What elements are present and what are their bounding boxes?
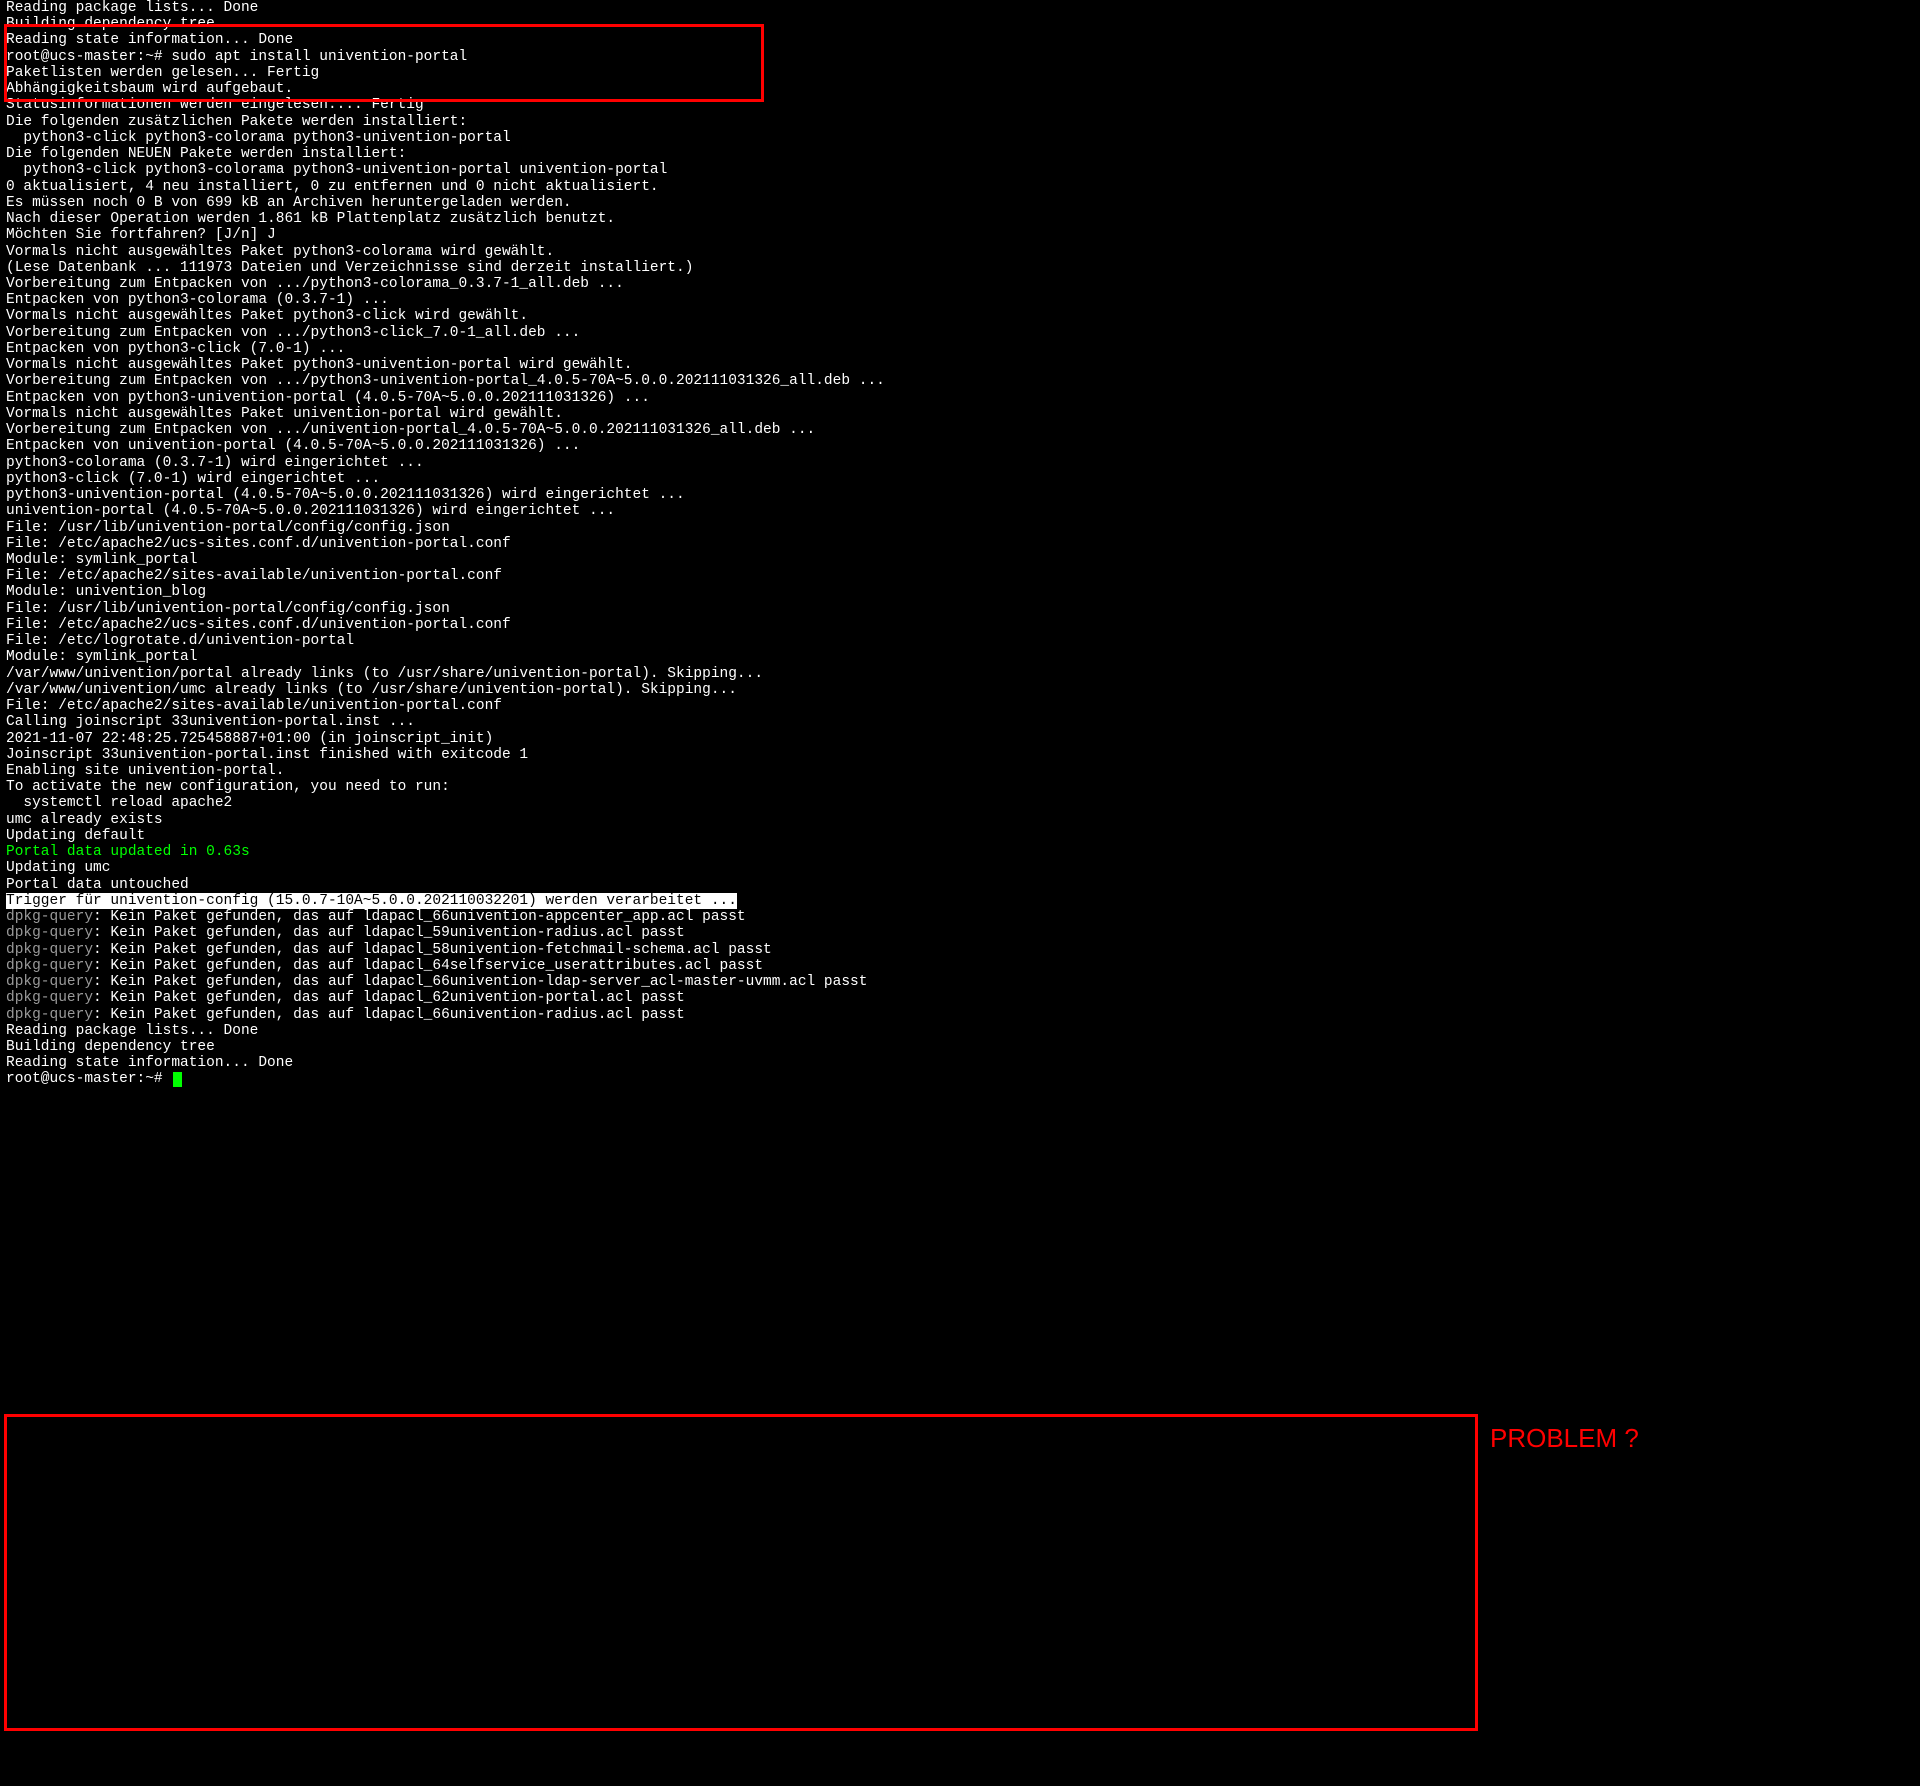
terminal-line: File: /etc/apache2/sites-available/unive… bbox=[6, 568, 1914, 584]
dpkg-query-message: : Kein Paket gefunden, das auf ldapacl_6… bbox=[93, 909, 746, 925]
dpkg-query-message: : Kein Paket gefunden, das auf ldapacl_5… bbox=[93, 942, 772, 958]
terminal-line: python3-click python3-colorama python3-u… bbox=[6, 130, 1914, 146]
dpkg-query-label: dpkg-query bbox=[6, 990, 93, 1006]
dpkg-query-message: : Kein Paket gefunden, das auf ldapacl_6… bbox=[93, 990, 685, 1006]
highlight-box-problem bbox=[4, 1414, 1478, 1731]
terminal-line: File: /usr/lib/univention-portal/config/… bbox=[6, 601, 1914, 617]
dpkg-query-message: : Kein Paket gefunden, das auf ldapacl_6… bbox=[93, 974, 867, 990]
dpkg-query-label: dpkg-query bbox=[6, 925, 93, 941]
terminal-line: Reading package lists... Done bbox=[6, 0, 1914, 16]
terminal-line: Module: symlink_portal bbox=[6, 649, 1914, 665]
terminal-line: dpkg-query: Kein Paket gefunden, das auf… bbox=[6, 974, 1914, 990]
terminal-line: Calling joinscript 33univention-portal.i… bbox=[6, 714, 1914, 730]
terminal-line: Vorbereitung zum Entpacken von .../pytho… bbox=[6, 276, 1914, 292]
terminal-line: Trigger für univention-config (15.0.7-10… bbox=[6, 893, 1914, 909]
terminal-line: Vormals nicht ausgewähltes Paket python3… bbox=[6, 357, 1914, 373]
terminal-line: Updating umc bbox=[6, 860, 1914, 876]
terminal-line: File: /etc/apache2/sites-available/unive… bbox=[6, 698, 1914, 714]
terminal-line: Paketlisten werden gelesen... Fertig bbox=[6, 65, 1914, 81]
terminal-line: Building dependency tree bbox=[6, 1039, 1914, 1055]
terminal-line: Reading state information... Done bbox=[6, 1055, 1914, 1071]
terminal-line: Reading state information... Done bbox=[6, 32, 1914, 48]
terminal-line: dpkg-query: Kein Paket gefunden, das auf… bbox=[6, 958, 1914, 974]
terminal-line: Portal data updated in 0.63s bbox=[6, 844, 1914, 860]
terminal-line: dpkg-query: Kein Paket gefunden, das auf… bbox=[6, 909, 1914, 925]
terminal-line: dpkg-query: Kein Paket gefunden, das auf… bbox=[6, 942, 1914, 958]
cursor-icon bbox=[173, 1072, 182, 1087]
terminal-line: Updating default bbox=[6, 828, 1914, 844]
terminal-line: To activate the new configuration, you n… bbox=[6, 779, 1914, 795]
terminal-line: 2021-11-07 22:48:25.725458887+01:00 (in … bbox=[6, 731, 1914, 747]
terminal-line: File: /etc/apache2/ucs-sites.conf.d/univ… bbox=[6, 617, 1914, 633]
terminal-line: Vorbereitung zum Entpacken von .../pytho… bbox=[6, 325, 1914, 341]
terminal-line: univention-portal (4.0.5-70A~5.0.0.20211… bbox=[6, 503, 1914, 519]
terminal-line: Module: univention_blog bbox=[6, 584, 1914, 600]
terminal-line: Entpacken von python3-click (7.0-1) ... bbox=[6, 341, 1914, 357]
terminal-output[interactable]: Reading package lists... DoneBuilding de… bbox=[0, 0, 1920, 1094]
terminal-line: dpkg-query: Kein Paket gefunden, das auf… bbox=[6, 925, 1914, 941]
terminal-line: File: /etc/logrotate.d/univention-portal bbox=[6, 633, 1914, 649]
terminal-line: 0 aktualisiert, 4 neu installiert, 0 zu … bbox=[6, 179, 1914, 195]
terminal-line: Vorbereitung zum Entpacken von .../unive… bbox=[6, 422, 1914, 438]
terminal-line: Vormals nicht ausgewähltes Paket univent… bbox=[6, 406, 1914, 422]
shell-prompt[interactable]: root@ucs-master:~# bbox=[6, 1071, 171, 1087]
terminal-line: python3-click python3-colorama python3-u… bbox=[6, 162, 1914, 178]
terminal-line: python3-colorama (0.3.7-1) wird eingeric… bbox=[6, 455, 1914, 471]
terminal-line: dpkg-query: Kein Paket gefunden, das auf… bbox=[6, 1007, 1914, 1023]
terminal-line: Entpacken von univention-portal (4.0.5-7… bbox=[6, 438, 1914, 454]
terminal-line: Vormals nicht ausgewähltes Paket python3… bbox=[6, 244, 1914, 260]
terminal-line: Module: symlink_portal bbox=[6, 552, 1914, 568]
dpkg-query-message: : Kein Paket gefunden, das auf ldapacl_5… bbox=[93, 925, 685, 941]
dpkg-query-message: : Kein Paket gefunden, das auf ldapacl_6… bbox=[93, 958, 763, 974]
terminal-line: (Lese Datenbank ... 111973 Dateien und V… bbox=[6, 260, 1914, 276]
trigger-line: Trigger für univention-config (15.0.7-10… bbox=[6, 893, 737, 909]
terminal-line: Entpacken von python3-univention-portal … bbox=[6, 390, 1914, 406]
terminal-line: Reading package lists... Done bbox=[6, 1023, 1914, 1039]
dpkg-query-label: dpkg-query bbox=[6, 1007, 93, 1023]
problem-label: PROBLEM ? bbox=[1490, 1424, 1639, 1453]
terminal-line: dpkg-query: Kein Paket gefunden, das auf… bbox=[6, 990, 1914, 1006]
terminal-line: python3-click (7.0-1) wird eingerichtet … bbox=[6, 471, 1914, 487]
terminal-line: File: /usr/lib/univention-portal/config/… bbox=[6, 520, 1914, 536]
dpkg-query-label: dpkg-query bbox=[6, 974, 93, 990]
terminal-line: Entpacken von python3-colorama (0.3.7-1)… bbox=[6, 292, 1914, 308]
terminal-line: python3-univention-portal (4.0.5-70A~5.0… bbox=[6, 487, 1914, 503]
dpkg-query-label: dpkg-query bbox=[6, 942, 93, 958]
terminal-line: Vormals nicht ausgewähltes Paket python3… bbox=[6, 308, 1914, 324]
terminal-line: root@ucs-master:~# bbox=[6, 1071, 1914, 1087]
terminal-line: Building dependency tree bbox=[6, 16, 1914, 32]
terminal-line: Enabling site univention-portal. bbox=[6, 763, 1914, 779]
terminal-line: Möchten Sie fortfahren? [J/n] J bbox=[6, 227, 1914, 243]
terminal-line: systemctl reload apache2 bbox=[6, 795, 1914, 811]
terminal-line: Abhängigkeitsbaum wird aufgebaut. bbox=[6, 81, 1914, 97]
terminal-line: Die folgenden NEUEN Pakete werden instal… bbox=[6, 146, 1914, 162]
shell-prompt: root@ucs-master:~# sudo apt install univ… bbox=[6, 49, 1914, 65]
terminal-line: Die folgenden zusätzlichen Pakete werden… bbox=[6, 114, 1914, 130]
terminal-line: Joinscript 33univention-portal.inst fini… bbox=[6, 747, 1914, 763]
terminal-line: /var/www/univention/portal already links… bbox=[6, 666, 1914, 682]
terminal-line: Nach dieser Operation werden 1.861 kB Pl… bbox=[6, 211, 1914, 227]
dpkg-query-label: dpkg-query bbox=[6, 958, 93, 974]
terminal-line: File: /etc/apache2/ucs-sites.conf.d/univ… bbox=[6, 536, 1914, 552]
terminal-line: Statusinformationen werden eingelesen...… bbox=[6, 97, 1914, 113]
terminal-line: umc already exists bbox=[6, 812, 1914, 828]
dpkg-query-message: : Kein Paket gefunden, das auf ldapacl_6… bbox=[93, 1007, 685, 1023]
terminal-line: Vorbereitung zum Entpacken von .../pytho… bbox=[6, 373, 1914, 389]
terminal-line: Portal data untouched bbox=[6, 877, 1914, 893]
terminal-line: Es müssen noch 0 B von 699 kB an Archive… bbox=[6, 195, 1914, 211]
terminal-line: /var/www/univention/umc already links (t… bbox=[6, 682, 1914, 698]
dpkg-query-label: dpkg-query bbox=[6, 909, 93, 925]
